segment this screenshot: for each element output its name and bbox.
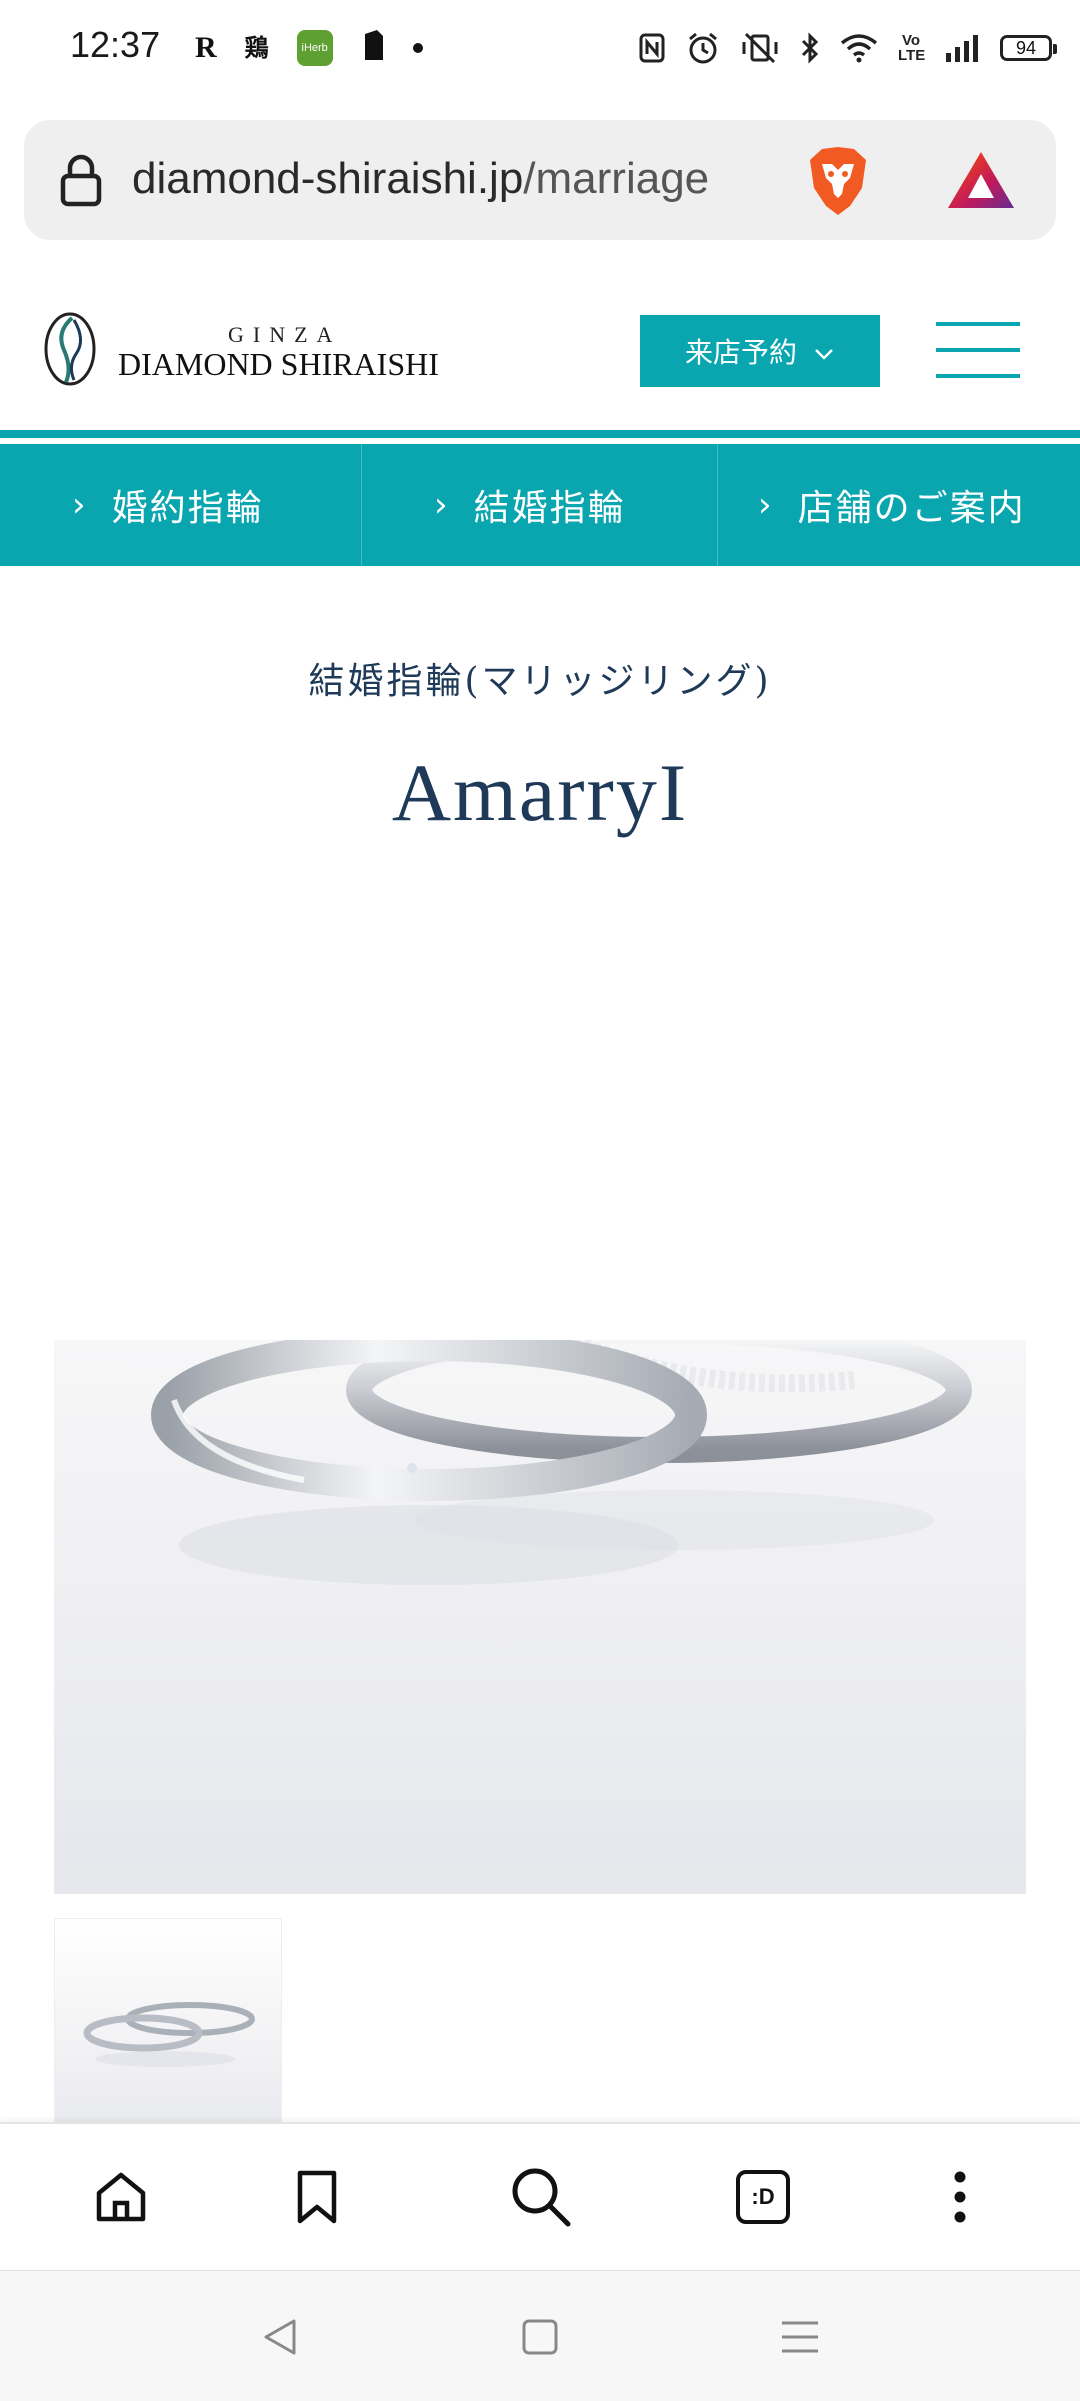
search-icon[interactable] [506, 2162, 576, 2232]
address-bar[interactable]: diamond-shiraishi.jp/marriage [24, 120, 1056, 240]
menu-icon[interactable] [936, 320, 1020, 380]
url-path: /marriage [523, 154, 710, 203]
home-square-icon[interactable] [515, 2315, 565, 2359]
header-divider [0, 430, 1080, 438]
menu-line [936, 322, 1020, 326]
product-thumbnail[interactable] [54, 1918, 282, 2134]
nav-label: 店舗のご案内 [797, 488, 1026, 529]
tabs-icon[interactable]: :D [728, 2162, 798, 2232]
recents-icon[interactable] [775, 2315, 825, 2359]
more-menu-icon[interactable] [925, 2162, 995, 2232]
lock-icon[interactable] [56, 152, 106, 212]
nav-wedding-rings[interactable]: › 結婚指輪 [362, 444, 718, 566]
tabs-label: :D [736, 2170, 790, 2224]
nfc-icon [638, 32, 666, 64]
category-nav: › 婚約指輪 › 結婚指輪 › 店舗のご案内 [0, 444, 1080, 566]
bookmark-icon[interactable] [282, 2162, 352, 2232]
url-domain: diamond-shiraishi.jp [132, 154, 524, 203]
wifi-icon [840, 33, 878, 63]
rings-photo [151, 1340, 972, 1585]
nav-engagement-rings[interactable]: › 婚約指輪 [0, 444, 362, 566]
volte-icon: Vo LTE [898, 32, 926, 64]
brand-logo-icon[interactable] [42, 310, 98, 392]
thumbnail-photo [83, 2002, 255, 2067]
browser-toolbar: :D [0, 2122, 1080, 2272]
status-time: 12:37 [70, 24, 161, 65]
reservation-label: 来店予約 [684, 336, 797, 369]
back-icon[interactable] [255, 2315, 305, 2359]
bat-rewards-icon[interactable] [946, 150, 1016, 214]
bluetooth-icon [800, 32, 820, 64]
chevron-right-icon: › [72, 485, 88, 525]
app-icon [361, 30, 385, 66]
notification-dot-icon [412, 43, 423, 53]
menu-line [936, 348, 1020, 352]
product-title: AmarryI [391, 747, 689, 838]
site-header: GINZA DIAMOND SHIRAISHI 来店予約 [0, 270, 1080, 430]
nav-label: 婚約指輪 [111, 488, 264, 529]
home-icon[interactable] [86, 2162, 156, 2232]
store-reservation-button[interactable]: 来店予約 [640, 315, 880, 387]
vibrate-off-icon [740, 32, 780, 64]
brave-shields-icon[interactable] [804, 144, 872, 222]
product-main-image[interactable] [54, 1340, 1026, 1894]
chevron-right-icon: › [758, 485, 774, 525]
product-category: 結婚指輪(マリッジリング) [308, 661, 772, 702]
iherb-icon: iHerb [296, 30, 333, 66]
chevron-down-icon [813, 335, 835, 368]
rakuten-icon: R [195, 31, 217, 64]
battery-icon: 94 [1000, 35, 1057, 61]
notification-icons: R 鶏 iHerb [195, 28, 423, 68]
menu-line [936, 374, 1020, 378]
chevron-right-icon: › [434, 485, 450, 525]
status-bar: 12:37 R 鶏 iHerb Vo LTE 94 [0, 0, 1080, 100]
system-icons: Vo LTE 94 [638, 28, 1057, 68]
app-kanji-icon: 鶏 [244, 34, 269, 62]
url-text[interactable]: diamond-shiraishi.jp/marriage [132, 154, 792, 204]
logo-name-text[interactable]: DIAMOND SHIRAISHI [118, 346, 439, 383]
logo-ginza-text: GINZA [228, 322, 342, 347]
system-navigation-bar [0, 2270, 1080, 2401]
nav-store-info[interactable]: › 店舗のご案内 [718, 444, 1080, 566]
signal-icon [944, 33, 980, 63]
nav-label: 結婚指輪 [473, 488, 626, 529]
alarm-icon [686, 31, 720, 65]
